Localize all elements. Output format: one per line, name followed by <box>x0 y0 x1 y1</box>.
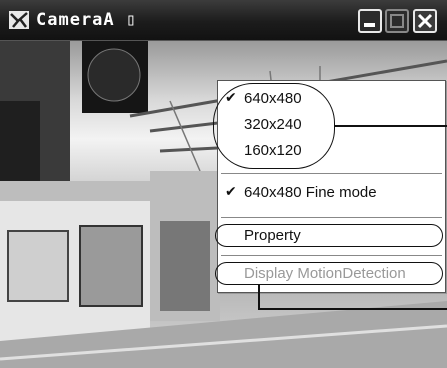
minimize-button[interactable] <box>358 9 382 33</box>
menu-item-label: 160x120 <box>244 142 302 159</box>
close-icon <box>417 13 433 29</box>
minimize-icon <box>364 23 375 27</box>
menu-separator <box>221 217 442 219</box>
maximize-icon <box>390 14 404 28</box>
menu-separator <box>221 173 442 175</box>
callout-leader-line <box>335 125 447 127</box>
menu-item-label: 320x240 <box>244 116 302 133</box>
menu-item-res-640x480[interactable]: ✔ 640x480 <box>218 87 445 113</box>
maximize-button <box>385 9 409 33</box>
menu-item-label: Property <box>244 227 301 244</box>
checkmark-icon: ✔ <box>225 184 237 200</box>
menu-item-motion-detection: Display MotionDetection <box>218 262 445 288</box>
callout-leader-line <box>258 285 260 309</box>
menu-item-label: 640x480 Fine mode <box>244 184 377 201</box>
menu-item-res-160x120[interactable]: 160x120 <box>218 139 445 165</box>
context-menu: ✔ 640x480 320x240 160x120 ✔ 640x480 Fine… <box>217 80 446 293</box>
title-bar[interactable]: CameraA ▯ <box>0 0 447 41</box>
callout-leader-line <box>258 308 447 310</box>
menu-separator <box>221 255 442 257</box>
menu-item-label: 640x480 <box>244 90 302 107</box>
camera-app-icon <box>9 11 29 29</box>
menu-item-label: Display MotionDetection <box>244 265 406 282</box>
checkmark-icon: ✔ <box>225 90 237 106</box>
menu-item-fine-mode[interactable]: ✔ 640x480 Fine mode <box>218 181 445 207</box>
window-title: CameraA ▯ <box>36 10 138 30</box>
menu-item-property[interactable]: Property <box>218 224 445 250</box>
close-button[interactable] <box>413 9 437 33</box>
